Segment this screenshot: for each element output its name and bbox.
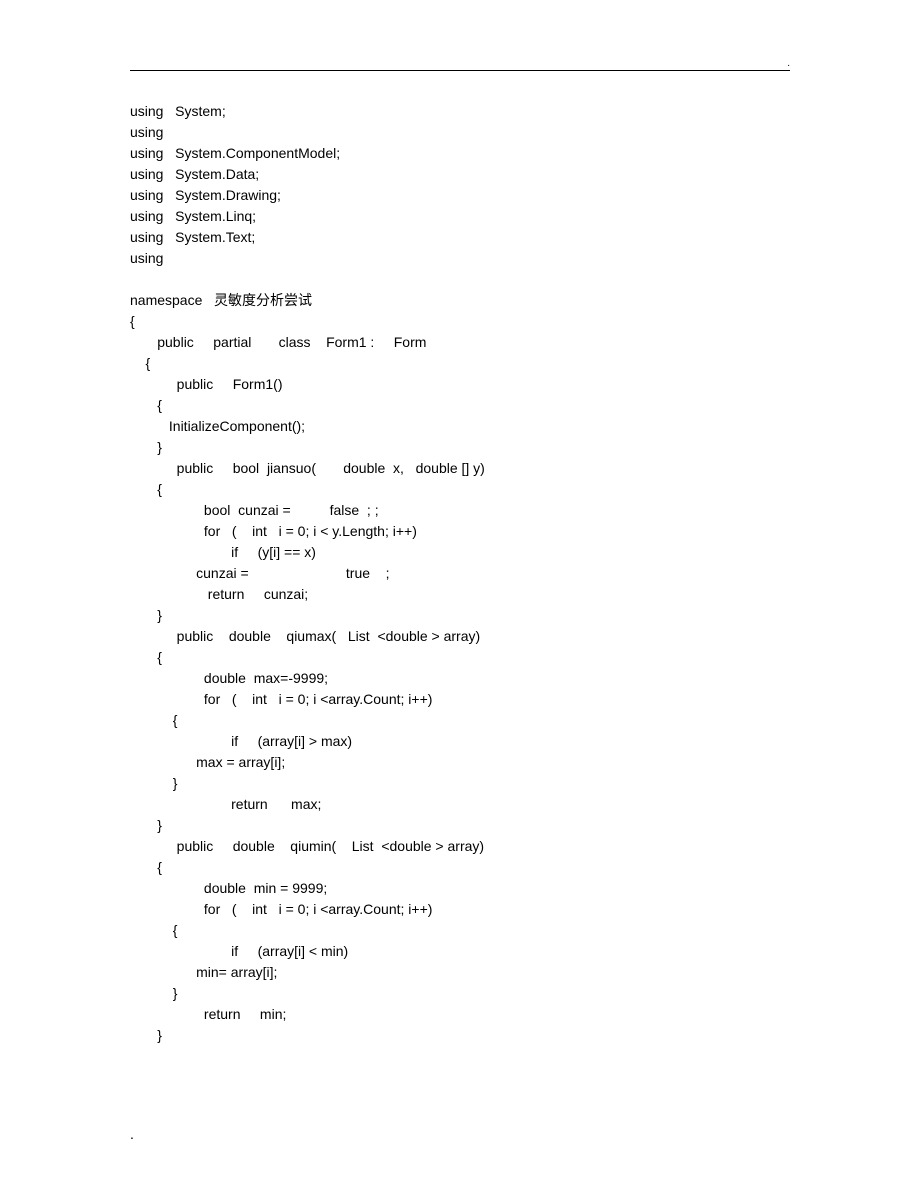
header-mark: . — [787, 58, 790, 69]
footer-mark: . — [130, 1126, 134, 1142]
header-rule — [130, 70, 790, 71]
code-block: using System; using using System.Compone… — [130, 101, 790, 1046]
document-page: . using System; using using System.Compo… — [0, 0, 920, 1192]
